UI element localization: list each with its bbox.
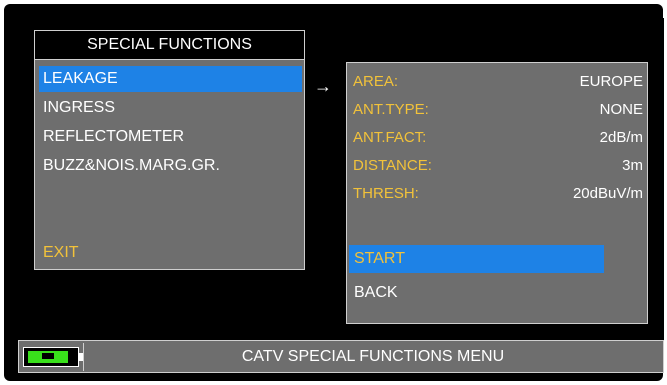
menu-item-ingress[interactable]: INGRESS <box>39 95 302 121</box>
param-value: EUROPE <box>579 72 643 90</box>
leakage-params-panel: AREA: EUROPE ANT.TYPE: NONE ANT.FACT: 2d… <box>346 62 648 324</box>
param-value: 2dB/m <box>599 128 643 146</box>
special-functions-menu: SPECIAL FUNCTIONS LEAKAGE INGRESS REFLEC… <box>34 30 305 270</box>
menu-item-buzz-noise[interactable]: BUZZ&NOIS.MARG.GR. <box>39 153 302 179</box>
param-label: ANT.FACT: <box>353 128 427 146</box>
menu-item-leakage[interactable]: LEAKAGE <box>39 66 302 92</box>
param-row-thresh[interactable]: THRESH: 20dBuV/m <box>353 180 643 206</box>
param-label: DISTANCE: <box>353 156 432 174</box>
back-button[interactable]: BACK <box>349 279 604 307</box>
device-frame: SPECIAL FUNCTIONS LEAKAGE INGRESS REFLEC… <box>4 4 664 381</box>
param-row-distance[interactable]: DISTANCE: 3m <box>353 152 643 178</box>
param-label: ANT.TYPE: <box>353 100 429 118</box>
battery-icon <box>23 347 83 367</box>
param-label: THRESH: <box>353 184 419 202</box>
menu-title: SPECIAL FUNCTIONS <box>35 31 304 60</box>
start-button[interactable]: START <box>349 245 604 273</box>
menu-item-reflectometer[interactable]: REFLECTOMETER <box>39 124 302 150</box>
param-row-ant-type[interactable]: ANT.TYPE: NONE <box>353 96 643 122</box>
param-value: 3m <box>622 156 643 174</box>
screen: SPECIAL FUNCTIONS LEAKAGE INGRESS REFLEC… <box>18 18 664 373</box>
param-value: 20dBuV/m <box>572 184 643 202</box>
status-bar: CATV SPECIAL FUNCTIONS MENU <box>18 340 664 373</box>
plug-glyph <box>42 353 54 359</box>
param-row-area[interactable]: AREA: EUROPE <box>353 68 643 94</box>
param-value: NONE <box>599 100 643 118</box>
param-row-ant-fact[interactable]: ANT.FACT: 2dB/m <box>353 124 643 150</box>
param-label: AREA: <box>353 72 399 90</box>
status-title: CATV SPECIAL FUNCTIONS MENU <box>241 347 505 365</box>
menu-item-exit[interactable]: EXIT <box>39 240 302 266</box>
right-arrow-icon: → <box>314 76 332 96</box>
